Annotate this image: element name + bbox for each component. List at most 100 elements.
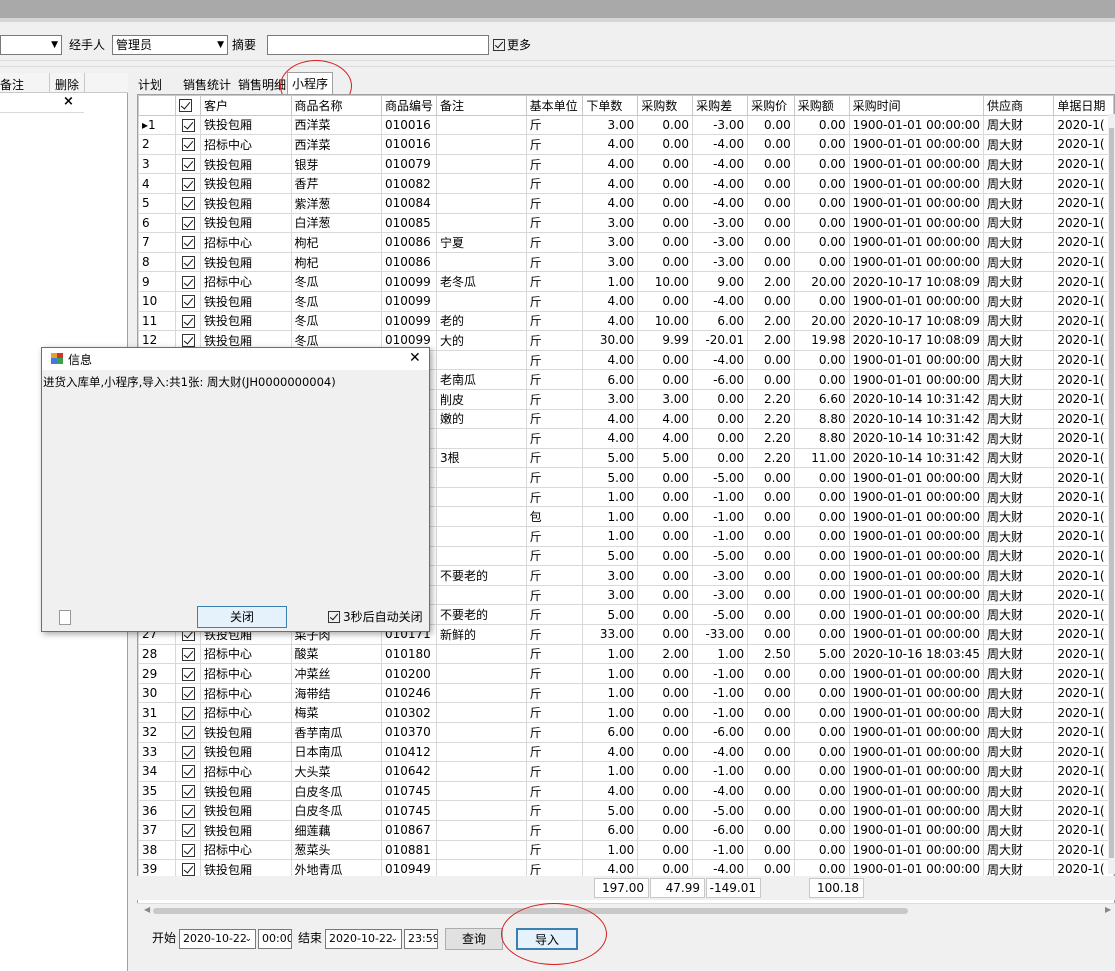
checkbox-icon[interactable] (181, 706, 195, 720)
row-checkbox[interactable] (175, 663, 202, 684)
checkbox-icon[interactable] (181, 726, 195, 740)
table-row[interactable]: 11 铁投包厢 冬瓜 010099 老的斤 4.00 10.00 6.00 2.00 20.00 2… (138, 310, 1114, 332)
summary-input[interactable] (267, 35, 489, 55)
checkbox-icon[interactable] (181, 785, 195, 799)
row-checkbox[interactable] (175, 192, 202, 214)
table-row[interactable]: 34 招标中心 大头菜 010642 斤 1.00 0.00 -1.00 0.00 0.00 190… (138, 761, 1114, 782)
column-header[interactable]: 单据日期 (1053, 95, 1114, 116)
table-row[interactable]: 30 招标中心 海带结 010246 斤 1.00 0.00 -1.00 0.00 0.00 190… (138, 682, 1114, 704)
row-checkbox[interactable] (175, 741, 202, 763)
vertical-scrollbar[interactable] (1108, 114, 1115, 874)
horizontal-scrollbar[interactable]: ◀ ▶ (137, 903, 1115, 918)
column-header[interactable]: 下单数 (582, 95, 639, 116)
checkbox-icon[interactable] (181, 843, 195, 857)
row-checkbox[interactable] (175, 643, 202, 665)
table-row[interactable]: 35 铁投包厢 白皮冬瓜 010745 斤 4.00 0.00 -4.00 0.00 0.00 19… (138, 780, 1114, 802)
column-header[interactable]: 采购差 (692, 95, 749, 116)
row-checkbox[interactable] (175, 761, 202, 782)
row-checkbox[interactable] (175, 682, 202, 704)
table-row[interactable]: 32 铁投包厢 香芋南瓜 010370 斤 6.00 0.00 -6.00 0.00 0.00 19… (138, 722, 1114, 743)
row-checkbox[interactable] (175, 839, 202, 861)
checkbox-icon[interactable] (181, 687, 195, 701)
row-checkbox[interactable] (175, 114, 202, 136)
checkbox-icon[interactable] (181, 824, 195, 838)
checkbox-icon[interactable] (181, 863, 195, 877)
table-row[interactable]: 8 铁投包厢 枸杞 010086 斤 3.00 0.00 -3.00 0.00 0.00 1900-… (138, 251, 1114, 273)
checkbox-icon[interactable] (181, 118, 195, 132)
checkbox-icon[interactable] (181, 197, 195, 211)
row-checkbox[interactable] (175, 212, 202, 234)
column-header[interactable]: 采购时间 (848, 95, 985, 116)
table-row[interactable]: 6 铁投包厢 白洋葱 010085 斤 3.00 0.00 -3.00 0.00 0.00 1900… (138, 212, 1114, 234)
row-checkbox[interactable] (175, 153, 202, 175)
table-row[interactable]: 3 铁投包厢 银芽 010079 斤 4.00 0.00 -4.00 0.00 0.00 1900-… (138, 153, 1114, 175)
checkbox-icon[interactable] (181, 216, 195, 230)
start-date-picker[interactable]: 2020-10-22 ⌄ (179, 929, 256, 949)
table-row[interactable]: ▸1 铁投包厢 西洋菜 010016 斤 3.00 0.00 -3.00 0.00 0.00 190… (138, 114, 1114, 136)
select-all-checkbox[interactable] (175, 95, 202, 116)
column-header[interactable]: 客户 (200, 95, 292, 116)
end-time-input[interactable]: 23:59 (404, 929, 438, 949)
row-checkbox[interactable] (175, 310, 202, 332)
table-row[interactable]: 9 招标中心 冬瓜 010099 老冬瓜斤 1.00 10.00 9.00 2.00 20.00 2… (138, 271, 1114, 292)
checkbox-icon[interactable] (181, 667, 195, 681)
table-row[interactable]: 5 铁投包厢 紫洋葱 010084 斤 4.00 0.00 -4.00 0.00 0.00 1900… (138, 192, 1114, 214)
auto-close-checkbox[interactable]: 3秒后自动关闭 (328, 607, 423, 627)
tab-plan[interactable]: 计划 (134, 76, 166, 94)
column-header[interactable]: 基本单位 (525, 95, 584, 116)
row-checkbox[interactable] (175, 722, 202, 743)
checkbox-icon[interactable] (181, 295, 195, 309)
row-checkbox[interactable] (175, 232, 202, 253)
end-date-picker[interactable]: 2020-10-22 ⌄ (325, 929, 402, 949)
column-header[interactable]: 商品名称 (290, 95, 383, 116)
scroll-left-icon[interactable]: ◀ (144, 905, 150, 914)
close-icon[interactable]: ✕ (409, 350, 421, 366)
row-checkbox[interactable] (175, 780, 202, 802)
row-checkbox[interactable] (175, 251, 202, 273)
scroll-right-icon[interactable]: ▶ (1105, 905, 1111, 914)
table-row[interactable]: 31 招标中心 梅菜 010302 斤 1.00 0.00 -1.00 0.00 0.00 1900… (138, 702, 1114, 723)
column-header[interactable]: 采购数 (637, 95, 694, 116)
checkbox-icon[interactable] (181, 256, 195, 270)
delete-icon[interactable]: × (63, 94, 74, 109)
checkbox-icon[interactable] (181, 334, 195, 348)
row-checkbox[interactable] (175, 800, 202, 821)
row-checkbox[interactable] (175, 271, 202, 292)
column-header[interactable]: 商品编号 (380, 95, 438, 116)
checkbox-icon[interactable] (181, 745, 195, 759)
checkbox-icon[interactable] (181, 275, 195, 289)
checkbox-icon[interactable] (181, 804, 195, 818)
tab-sales-stats[interactable]: 销售统计 (179, 76, 235, 94)
checkbox-icon[interactable] (181, 236, 195, 250)
start-time-input[interactable]: 00:00 (258, 929, 292, 949)
row-checkbox[interactable] (175, 173, 202, 194)
checkbox-icon[interactable] (179, 99, 193, 113)
table-row[interactable]: 36 铁投包厢 白皮冬瓜 010745 斤 5.00 0.00 -5.00 0.00 0.00 19… (138, 800, 1114, 821)
handler-select[interactable]: 管理员 ▼ (112, 35, 228, 55)
table-row[interactable]: 2 招标中心 西洋菜 010016 斤 4.00 0.00 -4.00 0.00 0.00 1900… (138, 134, 1114, 155)
row-checkbox[interactable] (175, 819, 202, 841)
row-checkbox[interactable] (175, 290, 202, 312)
checkbox-icon[interactable] (181, 765, 195, 779)
table-row[interactable]: 10 铁投包厢 冬瓜 010099 斤 4.00 0.00 -4.00 0.00 0.00 1900… (138, 290, 1114, 312)
table-row[interactable]: 33 铁投包厢 日本南瓜 010412 斤 4.00 0.00 -4.00 0.00 0.00 19… (138, 741, 1114, 763)
dialog-close-button[interactable]: 关闭 (197, 606, 287, 628)
more-checkbox[interactable]: 更多 (493, 35, 531, 55)
checkbox-icon[interactable] (181, 138, 195, 152)
column-header[interactable]: 采购价 (747, 95, 795, 116)
table-row[interactable]: 29 招标中心 冲菜丝 010200 斤 1.00 0.00 -1.00 0.00 0.00 190… (138, 663, 1114, 684)
column-header[interactable]: 采购额 (793, 95, 850, 116)
row-checkbox[interactable] (175, 702, 202, 723)
table-row[interactable]: 38 招标中心 葱菜头 010881 斤 1.00 0.00 -1.00 0.00 0.00 190… (138, 839, 1114, 861)
column-header[interactable]: 供应商 (983, 95, 1055, 116)
checkbox-icon[interactable] (181, 177, 195, 191)
query-button[interactable]: 查询 (445, 928, 503, 950)
column-header[interactable] (138, 95, 177, 116)
table-row[interactable]: 4 铁投包厢 香芹 010082 斤 4.00 0.00 -4.00 0.00 0.00 1900-… (138, 173, 1114, 194)
first-combo[interactable]: ▼ (0, 35, 62, 55)
table-row[interactable]: 37 铁投包厢 细莲藕 010867 斤 6.00 0.00 -6.00 0.00 0.00 190… (138, 819, 1114, 841)
table-row[interactable]: 28 招标中心 酸菜 010180 斤 1.00 2.00 1.00 2.50 5.00 2020-… (138, 643, 1114, 665)
table-row[interactable]: 7 招标中心 枸杞 010086 宁夏斤 3.00 0.00 -3.00 0.00 0.00 190… (138, 232, 1114, 253)
checkbox-icon[interactable] (181, 158, 195, 172)
checkbox-icon[interactable] (181, 647, 195, 661)
